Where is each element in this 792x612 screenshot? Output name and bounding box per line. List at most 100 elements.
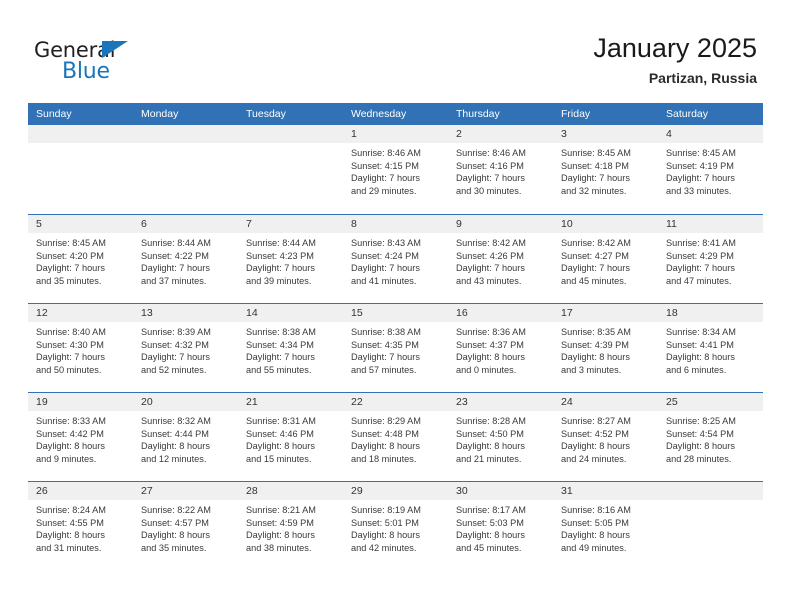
day-detail-line: Sunrise: 8:41 AM [666, 238, 736, 248]
day-detail-line: and 47 minutes. [666, 275, 732, 286]
day-detail-line: Daylight: 7 hours [36, 352, 105, 363]
day-detail-line: Daylight: 8 hours [561, 441, 630, 452]
day-cell-18[interactable]: 18 Sunrise: 8:34 AM Sunset: 4:41 PM Dayligh… [658, 304, 763, 392]
weekday-header-wednesday: Wednesday [351, 108, 407, 120]
day-details [658, 500, 763, 504]
day-cell-3[interactable]: 3 Sunrise: 8:45 AM Sunset: 4:18 PM Daylight… [553, 125, 658, 214]
day-detail-line: Daylight: 8 hours [141, 530, 210, 541]
day-details: Sunrise: 8:38 AM Sunset: 4:35 PM Daylight:… [343, 322, 448, 376]
day-number: 15 [351, 307, 363, 319]
week-inner: 12 Sunrise: 8:40 AM Sunset: 4:30 PM Dayligh… [28, 304, 763, 392]
day-cell-20[interactable]: 20 Sunrise: 8:32 AM Sunset: 4:44 PM Dayligh… [133, 393, 238, 481]
day-cell-25[interactable]: 25 Sunrise: 8:25 AM Sunset: 4:54 PM Dayligh… [658, 393, 763, 481]
page-header: General Blue January 2025 Partizan, Russ… [28, 28, 763, 100]
day-cell-6[interactable]: 6 Sunrise: 8:44 AM Sunset: 4:22 PM Daylight… [133, 215, 238, 303]
day-detail-line: and 28 minutes. [666, 453, 732, 464]
day-cell-31[interactable]: 31 Sunrise: 8:16 AM Sunset: 5:05 PM Dayligh… [553, 482, 658, 570]
day-detail-line: and 21 minutes. [456, 453, 522, 464]
day-detail-line: Sunrise: 8:42 AM [456, 238, 526, 248]
day-cell-15[interactable]: 15 Sunrise: 8:38 AM Sunset: 4:35 PM Dayligh… [343, 304, 448, 392]
calendar-week-row: 19 Sunrise: 8:33 AM Sunset: 4:42 PM Dayligh… [28, 392, 763, 481]
day-number: 16 [456, 307, 468, 319]
day-cell-28[interactable]: 28 Sunrise: 8:21 AM Sunset: 4:59 PM Dayligh… [238, 482, 343, 570]
day-details: Sunrise: 8:16 AM Sunset: 5:05 PM Daylight:… [553, 500, 658, 554]
day-cell-empty [28, 125, 133, 214]
day-cell-2[interactable]: 2 Sunrise: 8:46 AM Sunset: 4:16 PM Daylight… [448, 125, 553, 214]
day-number-strip: 23 [448, 393, 553, 411]
day-detail-line: Sunrise: 8:45 AM [666, 148, 736, 158]
day-detail-line: Daylight: 7 hours [351, 263, 420, 274]
day-cell-17[interactable]: 17 Sunrise: 8:35 AM Sunset: 4:39 PM Dayligh… [553, 304, 658, 392]
day-number: 28 [246, 485, 258, 497]
day-cell-10[interactable]: 10 Sunrise: 8:42 AM Sunset: 4:27 PM Dayligh… [553, 215, 658, 303]
day-detail-line: Sunset: 4:57 PM [141, 517, 209, 528]
day-detail-line: Daylight: 7 hours [456, 173, 525, 184]
day-cell-19[interactable]: 19 Sunrise: 8:33 AM Sunset: 4:42 PM Dayligh… [28, 393, 133, 481]
day-details: Sunrise: 8:34 AM Sunset: 4:41 PM Daylight:… [658, 322, 763, 376]
day-cell-24[interactable]: 24 Sunrise: 8:27 AM Sunset: 4:52 PM Dayligh… [553, 393, 658, 481]
logo-text-blue: Blue [62, 59, 110, 84]
day-detail-line: Daylight: 8 hours [246, 530, 315, 541]
day-number-strip: 27 [133, 482, 238, 500]
day-cell-12[interactable]: 12 Sunrise: 8:40 AM Sunset: 4:30 PM Dayligh… [28, 304, 133, 392]
day-details: Sunrise: 8:42 AM Sunset: 4:26 PM Daylight:… [448, 233, 553, 287]
week-inner: 5 Sunrise: 8:45 AM Sunset: 4:20 PM Daylight… [28, 215, 763, 303]
day-detail-line: Daylight: 8 hours [36, 530, 105, 541]
day-cell-22[interactable]: 22 Sunrise: 8:29 AM Sunset: 4:48 PM Dayligh… [343, 393, 448, 481]
day-detail-line: and 33 minutes. [666, 185, 732, 196]
day-cell-29[interactable]: 29 Sunrise: 8:19 AM Sunset: 5:01 PM Dayligh… [343, 482, 448, 570]
day-cell-11[interactable]: 11 Sunrise: 8:41 AM Sunset: 4:29 PM Dayligh… [658, 215, 763, 303]
calendar-week-row: 12 Sunrise: 8:40 AM Sunset: 4:30 PM Dayligh… [28, 303, 763, 392]
day-number-strip [658, 482, 763, 500]
general-blue-logo[interactable]: General Blue [34, 38, 154, 88]
day-detail-line: Daylight: 7 hours [36, 263, 105, 274]
day-detail-line: and 9 minutes. [36, 453, 97, 464]
day-cell-1[interactable]: 1 Sunrise: 8:46 AM Sunset: 4:15 PM Daylight… [343, 125, 448, 214]
day-number: 23 [456, 396, 468, 408]
day-detail-line: and 42 minutes. [351, 542, 417, 553]
day-detail-line: Sunrise: 8:28 AM [456, 416, 526, 426]
day-detail-line: Sunset: 5:03 PM [456, 517, 524, 528]
day-cell-8[interactable]: 8 Sunrise: 8:43 AM Sunset: 4:24 PM Daylight… [343, 215, 448, 303]
day-cell-13[interactable]: 13 Sunrise: 8:39 AM Sunset: 4:32 PM Dayligh… [133, 304, 238, 392]
day-details: Sunrise: 8:44 AM Sunset: 4:23 PM Daylight:… [238, 233, 343, 287]
day-detail-line: Daylight: 8 hours [141, 441, 210, 452]
day-number-strip: 25 [658, 393, 763, 411]
day-cell-4[interactable]: 4 Sunrise: 8:45 AM Sunset: 4:19 PM Daylight… [658, 125, 763, 214]
day-detail-line: and 52 minutes. [141, 364, 207, 375]
day-cell-23[interactable]: 23 Sunrise: 8:28 AM Sunset: 4:50 PM Dayligh… [448, 393, 553, 481]
day-cell-16[interactable]: 16 Sunrise: 8:36 AM Sunset: 4:37 PM Dayligh… [448, 304, 553, 392]
day-number: 12 [36, 307, 48, 319]
day-details: Sunrise: 8:43 AM Sunset: 4:24 PM Daylight:… [343, 233, 448, 287]
day-cell-26[interactable]: 26 Sunrise: 8:24 AM Sunset: 4:55 PM Dayligh… [28, 482, 133, 570]
calendar-table: Sunday Monday Tuesday Wednesday Thursday Frid… [28, 103, 763, 570]
day-cell-30[interactable]: 30 Sunrise: 8:17 AM Sunset: 5:03 PM Dayligh… [448, 482, 553, 570]
day-details: Sunrise: 8:45 AM Sunset: 4:19 PM Daylight:… [658, 143, 763, 197]
day-cell-27[interactable]: 27 Sunrise: 8:22 AM Sunset: 4:57 PM Dayligh… [133, 482, 238, 570]
day-detail-line: and 31 minutes. [36, 542, 102, 553]
day-number-strip: 29 [343, 482, 448, 500]
day-cell-21[interactable]: 21 Sunrise: 8:31 AM Sunset: 4:46 PM Dayligh… [238, 393, 343, 481]
day-detail-line: Sunset: 4:44 PM [141, 428, 209, 439]
day-cell-9[interactable]: 9 Sunrise: 8:42 AM Sunset: 4:26 PM Daylight… [448, 215, 553, 303]
day-details: Sunrise: 8:28 AM Sunset: 4:50 PM Daylight:… [448, 411, 553, 465]
day-details: Sunrise: 8:36 AM Sunset: 4:37 PM Daylight:… [448, 322, 553, 376]
day-cell-7[interactable]: 7 Sunrise: 8:44 AM Sunset: 4:23 PM Daylight… [238, 215, 343, 303]
day-detail-line: and 6 minutes. [666, 364, 727, 375]
day-detail-line: and 0 minutes. [456, 364, 517, 375]
day-number-strip: 21 [238, 393, 343, 411]
day-detail-line: Sunset: 4:46 PM [246, 428, 314, 439]
day-detail-line: and 35 minutes. [36, 275, 102, 286]
day-detail-line: Sunset: 4:54 PM [666, 428, 734, 439]
day-details: Sunrise: 8:21 AM Sunset: 4:59 PM Daylight:… [238, 500, 343, 554]
day-detail-line: Daylight: 7 hours [351, 173, 420, 184]
day-number-strip [238, 125, 343, 143]
day-details: Sunrise: 8:27 AM Sunset: 4:52 PM Daylight:… [553, 411, 658, 465]
day-cell-5[interactable]: 5 Sunrise: 8:45 AM Sunset: 4:20 PM Daylight… [28, 215, 133, 303]
day-detail-line: Daylight: 8 hours [456, 441, 525, 452]
day-cell-empty [658, 482, 763, 570]
day-cell-14[interactable]: 14 Sunrise: 8:38 AM Sunset: 4:34 PM Dayligh… [238, 304, 343, 392]
day-detail-line: Daylight: 7 hours [246, 263, 315, 274]
day-detail-line: Sunrise: 8:46 AM [456, 148, 526, 158]
day-details: Sunrise: 8:41 AM Sunset: 4:29 PM Daylight:… [658, 233, 763, 287]
